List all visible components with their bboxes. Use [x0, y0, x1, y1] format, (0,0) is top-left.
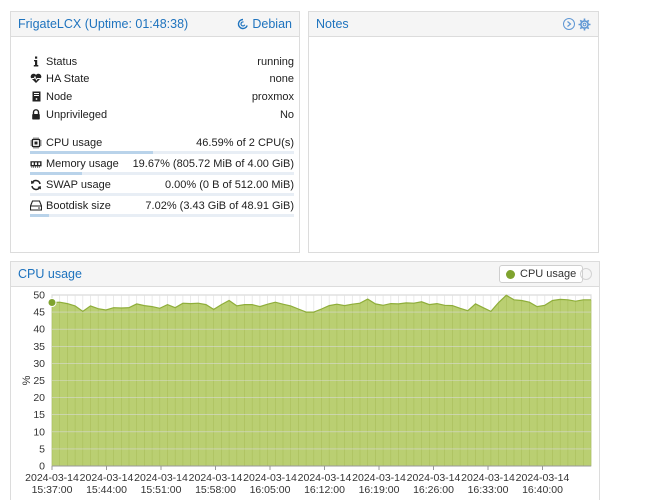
swap-icon [30, 179, 42, 191]
bootdisk-bar-fill [30, 214, 49, 217]
bootdisk-row: Bootdisk size 7.02% (3.43 GiB of 48.91 G… [30, 197, 294, 214]
lock-icon [30, 109, 42, 121]
unprivileged-value: No [279, 108, 294, 121]
ha-state-label: HA State [46, 72, 90, 85]
os-label: Debian [252, 17, 292, 31]
node-label: Node [46, 90, 73, 103]
swap-usage-value: 0.00% (0 B of 512.00 MiB) [164, 178, 294, 191]
cpu-usage-label: CPU usage [46, 136, 103, 149]
ha-state-row: HA State none [30, 70, 294, 87]
legend-toggle-icon[interactable] [580, 268, 592, 280]
swap-usage-bar [30, 193, 294, 196]
cpu-usage-value: 46.59% of 2 CPU(s) [196, 136, 294, 149]
bootdisk-value: 7.02% (3.43 GiB of 48.91 GiB) [145, 199, 294, 212]
chart-legend[interactable]: CPU usage [499, 265, 584, 283]
cpu-chart-panel: CPU usage [10, 261, 600, 500]
bootdisk-bar [30, 214, 294, 217]
notes-title: Notes [316, 17, 349, 31]
memory-usage-bar [30, 172, 294, 175]
disk-icon [30, 200, 42, 212]
memory-usage-label: Memory usage [46, 157, 119, 170]
legend-label: CPU usage [520, 268, 577, 280]
memory-usage-value: 19.67% (805.72 MiB of 4.00 GiB) [132, 157, 294, 170]
info-icon [30, 56, 42, 68]
cpu-usage-bar [30, 151, 294, 154]
node-row: Node proxmox [30, 88, 294, 105]
status-label: Status [46, 55, 78, 68]
ha-state-value: none [269, 72, 294, 85]
swap-usage-row: SWAP usage 0.00% (0 B of 512.00 MiB) [30, 176, 294, 193]
legend-dot [506, 269, 515, 279]
unprivileged-label: Unprivileged [46, 108, 108, 121]
heartbeat-icon [30, 73, 42, 85]
server-icon [30, 91, 42, 103]
status-row: Status running [30, 53, 294, 70]
summary-title: FrigateLCX (Uptime: 01:48:38) [18, 17, 189, 31]
cpu-chart-title: CPU usage [18, 267, 82, 281]
bootdisk-label: Bootdisk size [46, 199, 111, 212]
summary-header: FrigateLCX (Uptime: 01:48:38) Debian [11, 12, 299, 37]
swap-usage-label: SWAP usage [46, 178, 111, 191]
node-value: proxmox [251, 90, 294, 103]
expand-icon[interactable] [563, 18, 575, 30]
unprivileged-row: Unprivileged No [30, 106, 294, 123]
gear-icon[interactable] [578, 18, 591, 31]
memory-usage-row: Memory usage 19.67% (805.72 MiB of 4.00 … [30, 155, 294, 172]
memory-usage-bar-fill [30, 172, 82, 175]
status-value: running [257, 55, 294, 68]
memory-icon [30, 158, 42, 170]
cpu-usage-row: CPU usage 46.59% of 2 CPU(s) [30, 134, 294, 151]
notes-panel: Notes [308, 11, 599, 253]
debian-icon [238, 18, 249, 30]
cpu-usage-bar-fill [30, 151, 153, 154]
notes-header: Notes [309, 12, 598, 37]
cpu-icon [30, 137, 42, 149]
